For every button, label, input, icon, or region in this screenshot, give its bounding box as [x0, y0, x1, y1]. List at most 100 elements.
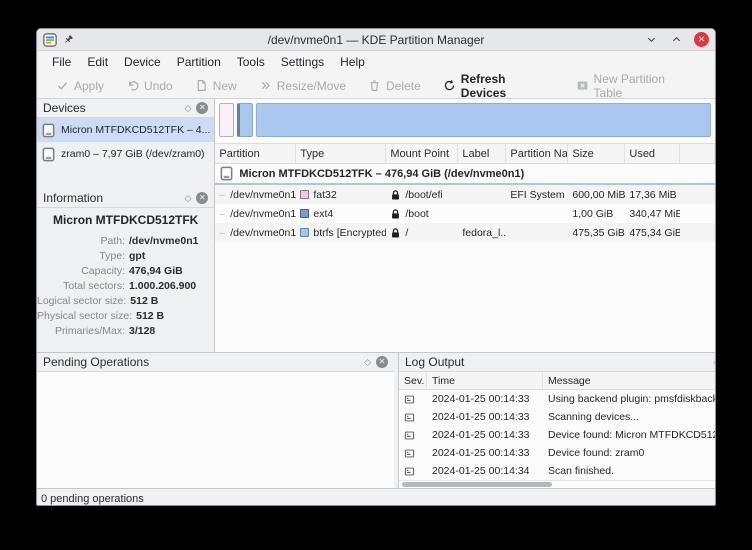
information-panel: Information ◇ ✕ Micron MTFDKCD512TFK Pat…	[37, 189, 214, 352]
partition-row-root[interactable]: –/dev/nvme0n1... btrfs [Encrypted] / fed…	[215, 223, 715, 242]
lock-icon	[390, 189, 401, 201]
check-icon	[56, 79, 69, 92]
log-row[interactable]: 2024-01-25 00:14:33 Using backend plugin…	[399, 390, 716, 408]
overview-segment-ext4[interactable]	[237, 103, 253, 137]
info-value: 3/128	[129, 325, 155, 337]
column-header-label[interactable]: Label	[458, 144, 506, 163]
minimize-icon[interactable]	[644, 32, 659, 47]
pending-operations-list[interactable]	[37, 372, 394, 488]
new-button[interactable]: New	[186, 77, 246, 95]
column-header-partition-name[interactable]: Partition Nam	[506, 144, 568, 163]
device-item-label: Micron MTFDKCD512TFK – 4...	[61, 124, 210, 136]
log-table: Sev. Time Message 2024-01-25 00:14:33 Us…	[399, 372, 716, 488]
lock-icon	[390, 208, 401, 220]
devices-panel-header: Devices ◇ ✕	[37, 99, 214, 118]
partition-row-boot[interactable]: –/dev/nvme0n1... ext4 /boot 1,00 GiB 340…	[215, 204, 715, 223]
resize-move-button[interactable]: Resize/Move	[250, 77, 355, 95]
device-overview-bar	[215, 99, 715, 143]
window-title: /dev/nvme0n1 — KDE Partition Manager	[37, 33, 715, 47]
column-header-empty[interactable]	[680, 144, 715, 163]
tree-branch: –	[219, 189, 225, 201]
delete-button[interactable]: Delete	[359, 77, 430, 95]
device-group-row[interactable]: Micron MTFDKCD512TFK – 476,94 GiB (/dev/…	[215, 164, 715, 185]
information-panel-header: Information ◇ ✕	[37, 189, 214, 208]
column-header-partition[interactable]: Partition	[215, 144, 296, 163]
status-bar: 0 pending operations	[37, 488, 715, 506]
maximize-icon[interactable]	[669, 32, 684, 47]
column-header-used[interactable]: Used	[625, 144, 680, 163]
undo-button[interactable]: Undo	[117, 77, 182, 95]
log-output-header: Log Output ◇ ✕	[399, 353, 716, 372]
fs-color-swatch	[300, 228, 309, 237]
document-icon	[195, 79, 208, 92]
log-row[interactable]: 2024-01-25 00:14:34 Scan finished.	[399, 462, 716, 480]
log-row[interactable]: 2024-01-25 00:14:33 Device found: Micron…	[399, 426, 716, 444]
close-dock-icon[interactable]: ✕	[376, 356, 388, 368]
fs-color-swatch	[300, 190, 309, 199]
column-header-size[interactable]: Size	[568, 144, 625, 163]
info-value: 476,94 GiB	[129, 265, 183, 277]
log-row[interactable]: 2024-01-25 00:14:33 Scanning devices...	[399, 408, 716, 426]
lock-icon	[390, 227, 401, 239]
partition-row-boot-efi[interactable]: –/dev/nvme0n1... fat32 /boot/efi EFI Sys…	[215, 185, 715, 204]
log-hscrollbar-track[interactable]	[399, 480, 716, 488]
information-panel-title: Information	[43, 191, 103, 205]
column-header-type[interactable]: Type	[296, 144, 386, 163]
info-row: Logical sector size:512 B	[37, 293, 214, 308]
menu-file[interactable]: File	[45, 53, 78, 71]
hard-drive-icon	[41, 147, 56, 162]
menu-edit[interactable]: Edit	[80, 53, 115, 71]
info-row: Capacity:476,94 GiB	[37, 263, 214, 278]
pin-icon[interactable]	[63, 34, 74, 45]
pending-operations-title: Pending Operations	[43, 355, 149, 369]
disk-view: Partition Type Mount Point Label Partiti…	[215, 99, 715, 352]
overview-segment-btrfs[interactable]	[256, 103, 711, 137]
tree-branch: –	[219, 227, 225, 239]
devices-panel: Devices ◇ ✕ Micron MTFDKCD512TFK – 4... …	[37, 99, 214, 189]
log-row[interactable]: 2024-01-25 00:14:33 Device found: zram0	[399, 444, 716, 462]
partition-table: Partition Type Mount Point Label Partiti…	[215, 143, 715, 352]
info-severity-icon	[399, 444, 427, 462]
apply-button[interactable]: Apply	[47, 77, 113, 95]
log-output-panel: Log Output ◇ ✕ Sev. Time Message 2024-01…	[398, 353, 716, 488]
device-item-zram0[interactable]: zram0 – 7,97 GiB (/dev/zram0)	[37, 142, 214, 166]
menu-settings[interactable]: Settings	[274, 53, 331, 71]
column-header-mount-point[interactable]: Mount Point	[386, 144, 458, 163]
menu-help[interactable]: Help	[333, 53, 372, 71]
float-dock-icon[interactable]: ◇	[184, 104, 191, 113]
info-label: Path:	[37, 235, 129, 247]
titlebar[interactable]: /dev/nvme0n1 — KDE Partition Manager ✕	[37, 29, 715, 51]
new-partition-table-button[interactable]: New Partition Table	[567, 70, 705, 102]
menu-device[interactable]: Device	[117, 53, 168, 71]
info-severity-icon	[399, 426, 427, 444]
refresh-devices-button[interactable]: Refresh Devices	[434, 70, 563, 102]
close-dock-icon[interactable]: ✕	[196, 102, 208, 114]
double-chevron-icon	[259, 79, 272, 92]
undo-icon	[126, 79, 139, 92]
info-label: Total sectors:	[37, 280, 129, 292]
device-item-micron[interactable]: Micron MTFDKCD512TFK – 4...	[37, 118, 214, 142]
desktop-background: /dev/nvme0n1 — KDE Partition Manager ✕ F…	[0, 0, 752, 550]
log-column-time[interactable]: Time	[427, 372, 543, 389]
trash-icon	[368, 79, 381, 92]
close-dock-icon[interactable]: ✕	[196, 192, 208, 204]
menu-tools[interactable]: Tools	[230, 53, 272, 71]
log-column-message[interactable]: Message	[543, 372, 716, 389]
refresh-icon	[443, 79, 456, 92]
pending-operations-header: Pending Operations ◇ ✕	[37, 353, 394, 372]
close-icon[interactable]: ✕	[694, 32, 709, 47]
overview-segment-fat32[interactable]	[219, 103, 234, 137]
info-value: gpt	[129, 250, 145, 262]
float-dock-icon[interactable]: ◇	[713, 358, 716, 367]
log-column-severity[interactable]: Sev.	[399, 372, 427, 389]
bottom-dock-row: Pending Operations ◇ ✕ Log Output ◇ ✕ Se…	[37, 352, 715, 488]
table-x-icon	[576, 79, 589, 92]
info-value: 1.000.206.900	[129, 280, 196, 292]
float-dock-icon[interactable]: ◇	[364, 358, 371, 367]
menu-partition[interactable]: Partition	[170, 53, 228, 71]
log-output-title: Log Output	[405, 355, 464, 369]
info-label: Logical sector size:	[37, 295, 130, 307]
info-row: Type:gpt	[37, 248, 214, 263]
float-dock-icon[interactable]: ◇	[184, 194, 191, 203]
log-hscrollbar[interactable]	[402, 482, 552, 487]
